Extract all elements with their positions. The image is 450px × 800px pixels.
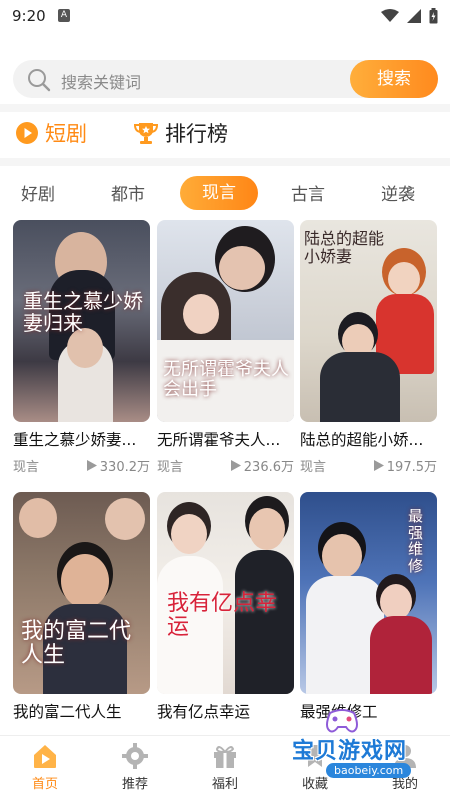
drama-card[interactable]: 重生之慕少娇妻归来 重生之慕少娇妻... 现言 330.2万 [13, 220, 150, 475]
drama-title: 我的富二代人生 [13, 703, 122, 721]
quick-nav-ranking[interactable]: 排行榜 [133, 118, 228, 148]
gift-icon [214, 746, 236, 768]
poster-image[interactable]: 陆总的超能小娇妻 [300, 220, 437, 422]
nav-welfare[interactable]: 福利 [195, 742, 255, 792]
status-bar: 9:20 A [0, 0, 450, 32]
drama-card[interactable]: 我的富二代人生 我的富二代人生 [13, 492, 150, 722]
gamepad-icon [326, 709, 358, 733]
poster-title: 我的富二代人生 [21, 619, 132, 669]
play-icon [86, 460, 97, 471]
status-icons [381, 8, 438, 24]
genre-label: 现言 [13, 460, 40, 475]
signal-icon [407, 9, 421, 23]
watermark-title: 宝贝游戏网 [292, 739, 408, 764]
tab-nixi[interactable]: 逆袭 [368, 180, 428, 205]
wifi-icon [381, 9, 399, 22]
poster-title: 无所谓霍爷夫人会出手 [163, 359, 289, 400]
play-icon [373, 460, 384, 471]
play-count-value: 236.6万 [243, 460, 294, 475]
site-watermark: 宝贝游戏网 baobeiy.com [280, 705, 450, 795]
poster-image[interactable]: 重生之慕少娇妻归来 [13, 220, 150, 422]
quick-nav: 短剧 排行榜 [0, 112, 450, 156]
play-icon [230, 460, 241, 471]
clock: 9:20 [12, 7, 46, 25]
battery-icon [429, 8, 438, 24]
poster-title: 最强维修 [408, 507, 424, 575]
tab-xianyan[interactable]: 现言 [180, 176, 258, 210]
search-placeholder: 搜索关键词 [61, 73, 142, 92]
nav-label: 福利 [211, 777, 238, 792]
play-count-value: 197.5万 [386, 460, 437, 475]
drama-card[interactable]: 我有亿点幸运 我有亿点幸运 [157, 492, 294, 722]
search-button[interactable]: 搜索 [350, 60, 438, 98]
nav-label: 推荐 [121, 777, 148, 792]
play-circle-icon [16, 122, 38, 144]
play-count: 236.6万 [230, 456, 294, 475]
drama-meta: 现言 330.2万 [13, 456, 150, 475]
drama-card[interactable]: 陆总的超能小娇妻 陆总的超能小娇... 现言 197.5万 [300, 220, 437, 475]
tab-dushi[interactable]: 都市 [98, 180, 158, 205]
watermark-url: baobeiy.com [326, 763, 412, 778]
drama-title: 我有亿点幸运 [157, 703, 251, 721]
poster-title: 陆总的超能小娇妻 [304, 229, 385, 266]
tab-haoju[interactable]: 好剧 [8, 180, 68, 205]
play-count: 197.5万 [373, 456, 437, 475]
home-play-icon [34, 745, 56, 768]
poster-image[interactable]: 无所谓霍爷夫人会出手 [157, 220, 294, 422]
genre-label: 现言 [300, 460, 327, 475]
poster-image[interactable]: 我的富二代人生 [13, 492, 150, 694]
poster-title: 我有亿点幸运 [167, 591, 278, 641]
search-icon [28, 69, 51, 92]
drama-card[interactable]: 最强维修 最强维修工 [300, 492, 437, 722]
poster-image[interactable]: 我有亿点幸运 [157, 492, 294, 694]
section-divider [0, 158, 450, 166]
drama-title: 重生之慕少娇妻... [13, 431, 137, 449]
tab-guyan[interactable]: 古言 [278, 180, 338, 205]
drama-meta: 现言 236.6万 [157, 456, 294, 475]
quick-nav-drama[interactable]: 短剧 [15, 118, 87, 148]
category-tabs: 好剧 都市 现言 古言 逆袭 [0, 170, 450, 216]
quick-nav-label: 短剧 [45, 122, 87, 146]
drama-meta: 现言 197.5万 [300, 456, 437, 475]
drama-title: 无所谓霍爷夫人... [157, 431, 281, 449]
trophy-icon [133, 123, 159, 144]
nav-home[interactable]: 首页 [15, 742, 75, 792]
drama-title: 陆总的超能小娇... [300, 431, 424, 449]
drama-card[interactable]: 无所谓霍爷夫人会出手 无所谓霍爷夫人... 现言 236.6万 [157, 220, 294, 475]
search-bar: 搜索关键词 搜索 [0, 52, 450, 104]
section-divider [0, 104, 450, 112]
nav-recommend[interactable]: 推荐 [105, 742, 165, 792]
nav-label: 首页 [31, 777, 58, 792]
poster-image[interactable]: 最强维修 [300, 492, 437, 694]
genre-label: 现言 [157, 460, 184, 475]
quick-nav-label: 排行榜 [165, 122, 228, 146]
play-count: 330.2万 [86, 456, 150, 475]
sim-icon: A [58, 9, 70, 22]
play-count-value: 330.2万 [99, 460, 150, 475]
gear-icon [122, 743, 148, 769]
poster-title: 重生之慕少娇妻归来 [23, 289, 143, 335]
